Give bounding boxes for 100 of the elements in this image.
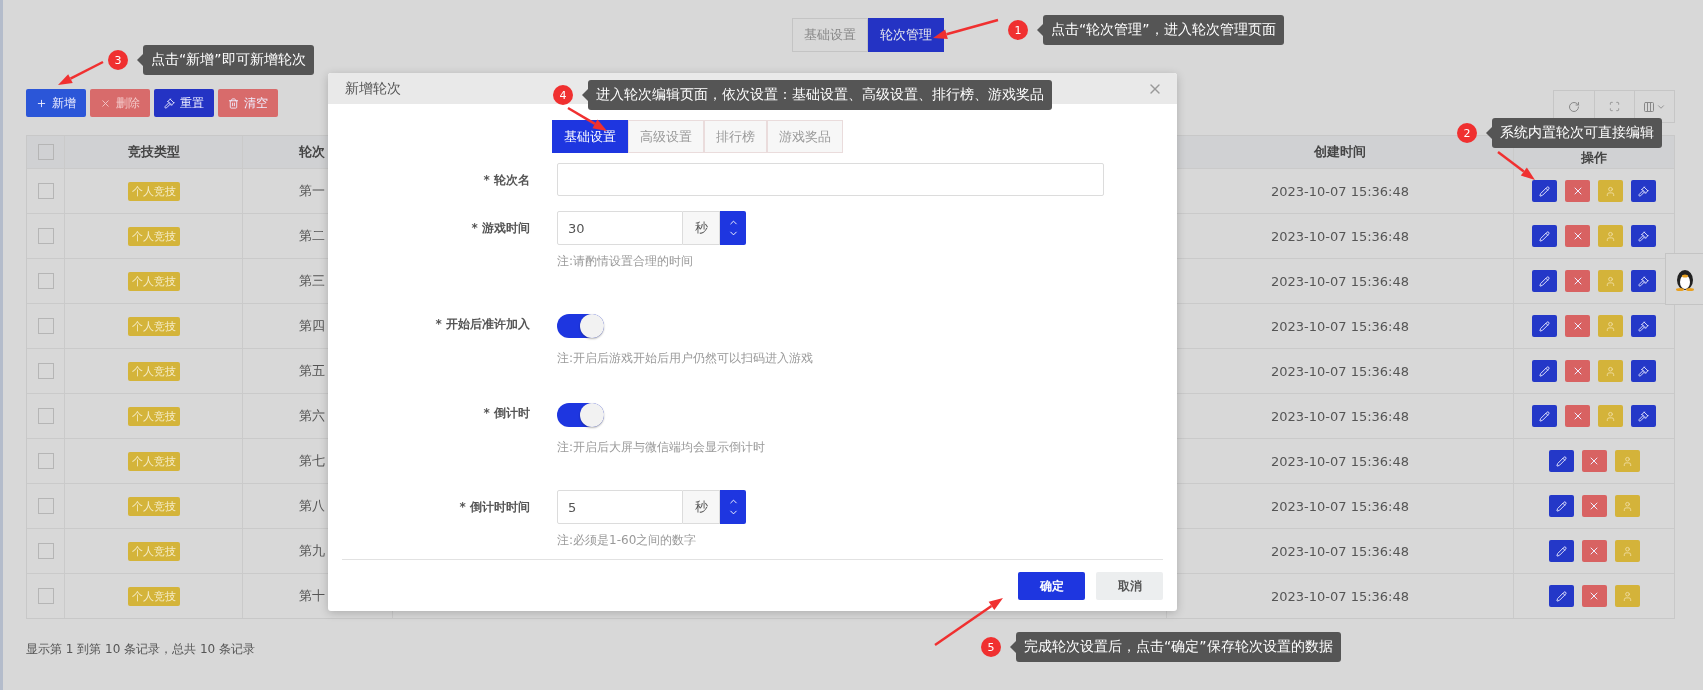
checkbox[interactable] [37, 498, 54, 514]
gavel-button[interactable] [1631, 270, 1656, 292]
number-field[interactable]: 30 [557, 211, 683, 245]
callout: 点击“轮次管理”，进入轮次管理页面 [1037, 15, 1284, 45]
callout: 完成轮次设置后，点击“确定”保存轮次设置的数据 [1010, 632, 1341, 662]
table-cell: 第二 [299, 227, 325, 245]
pencil-icon [1539, 185, 1550, 197]
penguin-icon [1674, 267, 1695, 291]
checkbox[interactable] [37, 228, 54, 244]
close-icon [1588, 500, 1600, 512]
delete-button[interactable] [1565, 360, 1590, 382]
delete-button[interactable] [1581, 450, 1607, 472]
edit-button[interactable] [1548, 585, 1574, 607]
delete-button[interactable] [1581, 495, 1607, 517]
user-icon [1621, 455, 1633, 467]
round-name-field[interactable] [557, 163, 1104, 196]
delete-button[interactable] [1565, 405, 1590, 427]
checkbox[interactable] [37, 144, 54, 160]
pencil-icon [1555, 500, 1567, 512]
table-cell: 2023-10-07 15:36:48 [1270, 183, 1410, 199]
pencil-icon [1539, 410, 1550, 422]
user-icon [1605, 275, 1616, 287]
gavel-icon [1638, 410, 1649, 422]
user-icon [1621, 590, 1633, 602]
checkbox[interactable] [37, 453, 54, 469]
edit-button[interactable] [1532, 225, 1557, 247]
spinner-button[interactable] [720, 211, 746, 245]
checkbox[interactable] [37, 408, 54, 424]
tab[interactable]: 基础设置 [552, 120, 628, 153]
toggle-switch[interactable] [557, 314, 604, 338]
type-tag: 个人竞技 [127, 316, 180, 336]
delete-button[interactable] [1565, 225, 1590, 247]
step-number: 5 [981, 637, 1001, 657]
confirm-button[interactable]: 确定 [1018, 572, 1085, 600]
checkbox[interactable] [37, 588, 54, 604]
user-icon [1605, 365, 1616, 377]
callout-arrow [1497, 151, 1535, 180]
delete-button[interactable] [1565, 180, 1590, 202]
edit-button[interactable] [1532, 315, 1557, 337]
callout: 进入轮次编辑页面，依次设置：基础设置、高级设置、排行榜、游戏奖品 [582, 80, 1052, 110]
gavel-button[interactable] [1631, 180, 1656, 202]
callout-arrow [58, 60, 104, 85]
edit-button[interactable] [1532, 360, 1557, 382]
trash-icon [228, 97, 239, 109]
fullscreen-icon [1609, 101, 1620, 112]
delete-button[interactable] [1581, 540, 1607, 562]
checkbox[interactable] [37, 183, 54, 199]
number-field[interactable]: 5 [557, 490, 683, 524]
table-cell: 2023-10-07 15:36:48 [1270, 453, 1410, 469]
field-label: * 倒计时 [482, 405, 530, 422]
unit-label: 秒 [683, 211, 720, 245]
gavel-button[interactable] [1631, 405, 1656, 427]
step-number: 3 [108, 50, 128, 70]
table-cell: 2023-10-07 15:36:48 [1270, 588, 1410, 604]
user-icon [1605, 320, 1616, 332]
table-cell: 第六 [299, 407, 325, 425]
type-tag: 个人竞技 [127, 451, 180, 471]
edit-button[interactable] [1548, 540, 1574, 562]
field-label: * 轮次名 [482, 172, 530, 189]
callout: 点击“新增”即可新增轮次 [137, 45, 314, 75]
pencil-icon [1539, 275, 1550, 287]
delete-button[interactable] [1565, 315, 1590, 337]
spinner-button[interactable] [720, 490, 746, 524]
checkbox[interactable] [37, 318, 54, 334]
reset-button[interactable]: 重置 [154, 89, 214, 117]
edit-button[interactable] [1532, 180, 1557, 202]
column-header: 操作 [1581, 149, 1607, 167]
gavel-button[interactable] [1631, 360, 1656, 382]
delete-button[interactable] [1565, 270, 1590, 292]
type-tag: 个人竞技 [127, 181, 180, 201]
gavel-icon [1638, 185, 1649, 197]
type-tag: 个人竞技 [127, 271, 180, 291]
cancel-button[interactable]: 取消 [1096, 572, 1163, 600]
field-label: * 开始后准许加入 [434, 316, 530, 333]
checkbox[interactable] [37, 363, 54, 379]
toggle-switch[interactable] [557, 403, 604, 427]
table-cell: 第一 [299, 182, 325, 200]
x-icon [100, 97, 111, 109]
checkbox[interactable] [37, 273, 54, 289]
field-hint: 注:开启后游戏开始后用户仍然可以扫码进入游戏 [557, 350, 814, 367]
edit-button[interactable] [1548, 450, 1574, 472]
tab[interactable]: 轮次管理 [868, 18, 944, 52]
gavel-button[interactable] [1631, 225, 1656, 247]
field-hint: 注:开启后大屏与微信端均会显示倒计时 [557, 439, 766, 456]
callout-arrow [933, 18, 999, 40]
user-icon [1621, 545, 1633, 557]
qq-button[interactable] [1665, 253, 1703, 305]
field-label: * 游戏时间 [470, 220, 530, 237]
columns-icon [1643, 100, 1655, 113]
pencil-icon [1555, 590, 1567, 602]
table-cell: 第三 [299, 272, 325, 290]
dialog-title: 新增轮次 [345, 79, 401, 98]
edit-button[interactable] [1532, 270, 1557, 292]
gavel-button[interactable] [1631, 315, 1656, 337]
delete-button[interactable] [1581, 585, 1607, 607]
add-button[interactable]: 新增 [26, 89, 86, 117]
checkbox[interactable] [37, 543, 54, 559]
pencil-icon [1539, 230, 1550, 242]
edit-button[interactable] [1532, 405, 1557, 427]
edit-button[interactable] [1548, 495, 1574, 517]
